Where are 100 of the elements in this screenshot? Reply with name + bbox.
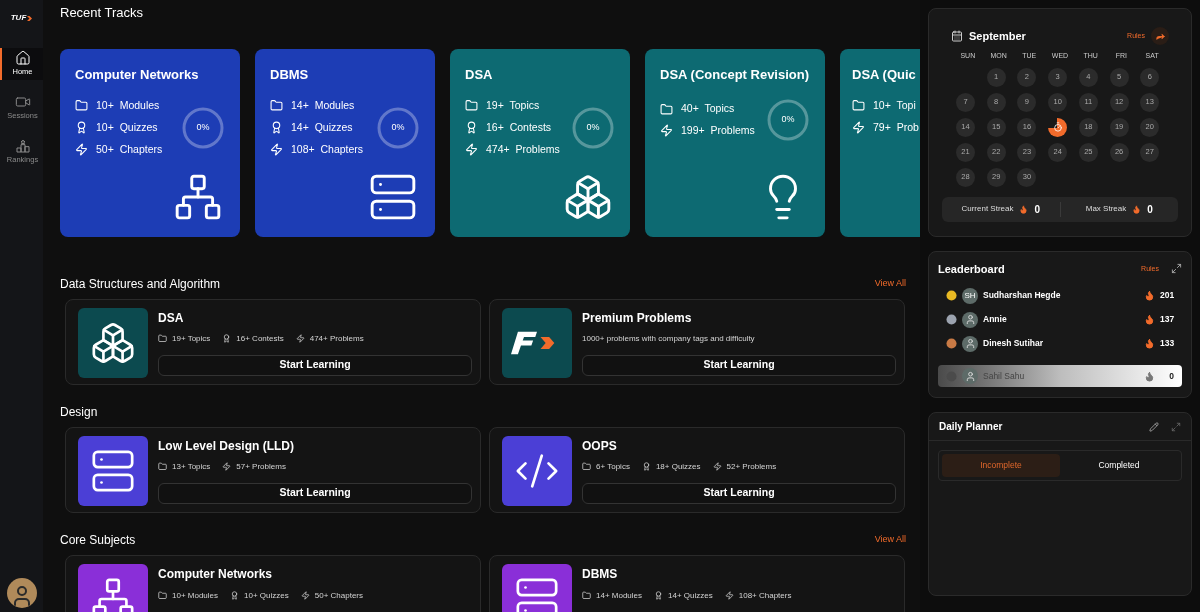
course-stat: 13+ Topics [172, 460, 211, 473]
badge-icon [270, 121, 283, 135]
streak-label: Max Streak [1085, 203, 1127, 215]
section-title: Recent Tracks [60, 4, 145, 22]
course-title: OOPS [582, 437, 618, 455]
section-title: Design [60, 403, 98, 421]
bolt-icon [724, 591, 734, 600]
course-title: DBMS [582, 565, 619, 583]
flame-icon [1132, 204, 1142, 214]
bolt-icon [270, 142, 283, 156]
track-title: DBMS [270, 65, 310, 84]
medal-icon [946, 314, 957, 325]
track-stat: 10+ Topi [873, 98, 916, 113]
track-stat: 19+ Topics [486, 98, 540, 113]
bolt-icon [295, 334, 305, 343]
flame-icon [1144, 370, 1155, 382]
course-stat: 474+ Problems [309, 332, 364, 345]
streak-value: 0 [1147, 202, 1153, 217]
streak-label: Current Streak [961, 203, 1014, 215]
planner-tab[interactable]: Incomplete [942, 454, 1060, 477]
user-avatar: SH [962, 287, 978, 304]
course-stat: 10+ Modules [172, 589, 219, 602]
track-stat: 50+ Chapters [96, 141, 163, 157]
view-all-link[interactable]: View All [874, 532, 906, 547]
section-title: Core Subjects [60, 531, 136, 549]
course-stat: 18+ Quizzes [655, 460, 701, 473]
progress-text: 0% [585, 120, 601, 134]
track-stat: 79+ Prob [873, 119, 919, 135]
user-score: 0 [1168, 369, 1174, 383]
folder-icon [75, 99, 88, 113]
medal-icon [946, 290, 957, 301]
folder-icon [582, 462, 591, 471]
track-card[interactable]: DSA (Quic 10+ Topi 79+ Prob [840, 48, 920, 237]
network-icon [90, 575, 136, 612]
start-learning-button[interactable]: Start Learning [582, 482, 896, 504]
track-card[interactable]: DSA 19+ Topics 16+ Contests 474+ Problems 0% [450, 48, 630, 237]
folder-icon [582, 591, 591, 600]
course-stat: 16+ Contests [236, 332, 284, 345]
share-button[interactable] [1151, 27, 1169, 45]
flame-icon [1144, 290, 1155, 301]
user-name: Dinesh Sutihar [983, 337, 1043, 350]
logo-text: TUF [10, 12, 27, 24]
folder-icon [158, 334, 167, 343]
track-card[interactable]: DBMS 14+ Modules 14+ Quizzes 108+ Chapters 0% [255, 48, 435, 237]
user-name: Sudharshan Hegde [983, 289, 1061, 302]
calendar-icon [951, 30, 963, 42]
badge-icon [75, 121, 88, 135]
expand-icon[interactable] [1171, 263, 1182, 275]
edit-icon[interactable] [1149, 421, 1159, 432]
folder-icon [270, 99, 283, 113]
user-name: Annie [983, 313, 1007, 326]
track-stat: 40+ Topics [681, 101, 735, 117]
start-learning-button[interactable]: Start Learning [158, 482, 472, 504]
track-title: DSA (Quic [852, 65, 917, 84]
flame-icon [1019, 204, 1029, 214]
logo-arrow-icon [27, 15, 33, 21]
track-title: DSA [465, 65, 494, 84]
course-stat: 14+ Modules [596, 589, 643, 602]
track-stat: 16+ Contests [486, 119, 552, 135]
folder-icon [158, 591, 167, 600]
medal-icon [946, 338, 957, 349]
track-title: DSA (Concept Revision) [660, 65, 810, 84]
progress-text: 0% [390, 120, 406, 134]
track-stat: 199+ Problems [681, 123, 755, 138]
track-stat: 10+ Quizzes [96, 119, 158, 135]
start-learning-button[interactable]: Start Learning [158, 354, 472, 376]
track-stat: 10+ Modules [96, 98, 160, 113]
track-card[interactable]: DSA (Concept Revision) 40+ Topics 199+ Problems 0% [645, 48, 825, 237]
planner-tab[interactable]: Completed [1060, 454, 1178, 477]
section-title: Data Structures and Algorithm [60, 275, 221, 293]
user-score: 133 [1160, 337, 1174, 350]
progress-text: 0% [780, 113, 796, 127]
track-title: Computer Networks [75, 65, 200, 84]
flame-icon [1144, 314, 1155, 325]
course-stat: 6+ Topics [596, 460, 630, 473]
month-title: September [969, 28, 1026, 44]
track-card[interactable]: Computer Networks 10+ Modules 10+ Quizzes 50+ Chapters 0% [60, 48, 240, 237]
folder-icon [465, 99, 478, 113]
user-score: 137 [1160, 313, 1174, 326]
course-title: Low Level Design (LLD) [158, 437, 295, 455]
course-stat: 52+ Problems [726, 460, 777, 473]
course-stat: 108+ Chapters [738, 589, 792, 602]
bolt-icon [300, 591, 310, 600]
badge-icon [222, 334, 232, 343]
course-stat: 50+ Chapters [314, 589, 363, 602]
track-stat: 474+ Problems [486, 141, 560, 157]
bolt-icon [222, 462, 232, 471]
streak-value: 0 [1034, 202, 1041, 217]
track-stat: 14+ Modules [291, 98, 355, 113]
view-all-link[interactable]: View All [874, 276, 906, 291]
bolt-icon [660, 124, 673, 138]
start-learning-button[interactable]: Start Learning [582, 354, 896, 376]
badge-icon [465, 121, 478, 135]
user-avatar[interactable] [6, 578, 37, 608]
course-description: 1000+ problems with company tags and difficulty [582, 332, 755, 345]
course-title: DSA [158, 309, 185, 327]
folder-icon [660, 102, 673, 116]
badge-icon [230, 591, 240, 600]
flame-icon [1144, 338, 1155, 349]
folder-icon [852, 99, 865, 113]
